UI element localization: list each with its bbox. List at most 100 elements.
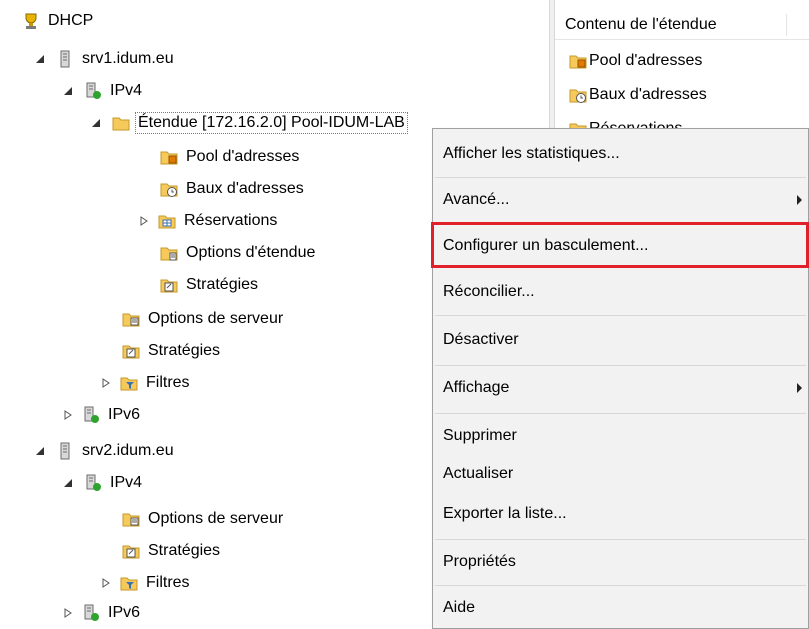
address-leases-icon bbox=[569, 86, 587, 104]
submenu-arrow-icon bbox=[797, 383, 802, 393]
collapsed-arrow-icon[interactable] bbox=[100, 377, 112, 389]
menu-item-delete[interactable]: Supprimer bbox=[433, 419, 808, 453]
menu-item-label: Actualiser bbox=[443, 465, 514, 482]
expanded-arrow-icon[interactable] bbox=[62, 477, 74, 489]
tree-label: Stratégies bbox=[148, 342, 221, 359]
list-item-label: Pool d'adresses bbox=[589, 52, 703, 69]
tree-item-srv2-policies[interactable]: Stratégies bbox=[122, 538, 220, 564]
menu-separator bbox=[435, 177, 806, 178]
tree-item-srv1-ipv6[interactable]: IPv6 bbox=[62, 402, 140, 428]
collapsed-arrow-icon[interactable] bbox=[62, 409, 74, 421]
tree-label: IPv4 bbox=[110, 82, 143, 99]
column-header[interactable]: Contenu de l'étendue bbox=[555, 10, 809, 40]
tree-label: IPv4 bbox=[110, 474, 143, 491]
submenu-arrow-icon bbox=[797, 195, 802, 205]
ipv6-icon bbox=[82, 604, 100, 622]
menu-item-export-list[interactable]: Exporter la liste... bbox=[433, 497, 808, 531]
menu-item-help[interactable]: Aide bbox=[433, 591, 808, 625]
tree-item-srv2-ipv6[interactable]: IPv6 bbox=[62, 600, 140, 626]
server-icon bbox=[56, 442, 74, 460]
menu-separator bbox=[435, 365, 806, 366]
dhcp-console: DHCP srv1.idum.eu IPv4 Étendue [172.16.2… bbox=[0, 0, 809, 629]
tree-item-scope-options[interactable]: Options d'étendue bbox=[160, 240, 315, 266]
filters-icon bbox=[120, 374, 138, 392]
collapsed-arrow-icon[interactable] bbox=[100, 577, 112, 589]
tree-label: IPv6 bbox=[108, 406, 141, 423]
menu-item-label: Réconcilier... bbox=[443, 283, 535, 300]
tree-label: Filtres bbox=[146, 574, 190, 591]
expanded-arrow-icon[interactable] bbox=[34, 53, 46, 65]
menu-separator bbox=[435, 315, 806, 316]
tree-item-scope-policies[interactable]: Stratégies bbox=[160, 272, 258, 298]
tree-item-srv2-server-options[interactable]: Options de serveur bbox=[122, 506, 283, 532]
tree-label: Étendue [172.16.2.0] Pool-IDUM-LAB bbox=[135, 112, 408, 134]
tree-label: Réservations bbox=[184, 212, 278, 229]
tree-label: Baux d'adresses bbox=[186, 180, 304, 197]
tree-item-srv2-filters[interactable]: Filtres bbox=[100, 570, 190, 596]
reservations-icon bbox=[158, 212, 176, 230]
tree-label: Stratégies bbox=[148, 542, 221, 559]
expanded-arrow-icon[interactable] bbox=[62, 85, 74, 97]
ipv6-icon bbox=[82, 406, 100, 424]
menu-separator bbox=[435, 413, 806, 414]
column-header-label: Contenu de l'étendue bbox=[565, 15, 717, 33]
tree-item-dhcp[interactable]: DHCP bbox=[22, 8, 93, 34]
address-pool-icon bbox=[160, 148, 178, 166]
expanded-arrow-icon[interactable] bbox=[34, 445, 46, 457]
menu-item-configure-failover[interactable]: Configurer un basculement... bbox=[433, 229, 808, 263]
address-pool-icon bbox=[569, 52, 587, 70]
menu-item-label: Aide bbox=[443, 599, 476, 616]
tree-item-srv1-policies[interactable]: Stratégies bbox=[122, 338, 220, 364]
tree-label: Options de serveur bbox=[148, 510, 284, 527]
tree-item-srv1-filters[interactable]: Filtres bbox=[100, 370, 190, 396]
menu-item-refresh[interactable]: Actualiser bbox=[433, 457, 808, 491]
tree-label: IPv6 bbox=[108, 604, 141, 621]
menu-item-advanced[interactable]: Avancé... bbox=[433, 183, 808, 217]
menu-item-label: Configurer un basculement... bbox=[443, 237, 649, 254]
list-item-label: Baux d'adresses bbox=[589, 86, 707, 103]
tree-label: Stratégies bbox=[186, 276, 259, 293]
server-options-icon bbox=[122, 310, 140, 328]
menu-item-show-statistics[interactable]: Afficher les statistiques... bbox=[433, 137, 808, 171]
tree-item-srv1[interactable]: srv1.idum.eu bbox=[34, 46, 174, 72]
tree-item-srv1-server-options[interactable]: Options de serveur bbox=[122, 306, 283, 332]
list-item-address-leases[interactable]: Baux d'adresses bbox=[569, 82, 707, 108]
menu-separator bbox=[435, 539, 806, 540]
collapsed-arrow-icon[interactable] bbox=[138, 215, 150, 227]
ipv4-icon bbox=[84, 474, 102, 492]
menu-item-label: Propriétés bbox=[443, 553, 516, 570]
scope-options-icon bbox=[160, 244, 178, 262]
menu-item-label: Exporter la liste... bbox=[443, 505, 567, 522]
collapsed-arrow-icon[interactable] bbox=[62, 607, 74, 619]
tree-label: Options d'étendue bbox=[186, 244, 316, 261]
menu-item-label: Avancé... bbox=[443, 191, 510, 208]
menu-item-label: Affichage bbox=[443, 379, 510, 396]
tree-label: Pool d'adresses bbox=[186, 148, 300, 165]
tree-label: srv2.idum.eu bbox=[82, 442, 174, 459]
menu-item-deactivate[interactable]: Désactiver bbox=[433, 323, 808, 357]
tree-item-srv2[interactable]: srv2.idum.eu bbox=[34, 438, 174, 464]
menu-item-view[interactable]: Affichage bbox=[433, 371, 808, 405]
tree-label: DHCP bbox=[48, 12, 94, 29]
context-menu: Afficher les statistiques... Avancé... C… bbox=[431, 128, 809, 629]
menu-item-label: Afficher les statistiques... bbox=[443, 145, 620, 162]
menu-item-reconcile[interactable]: Réconcilier... bbox=[433, 275, 808, 309]
tree-label: Filtres bbox=[146, 374, 190, 391]
policies-icon bbox=[122, 342, 140, 360]
tree-item-srv1-ipv4[interactable]: IPv4 bbox=[62, 78, 142, 104]
ipv4-icon bbox=[84, 82, 102, 100]
server-icon bbox=[56, 50, 74, 68]
list-item-address-pool[interactable]: Pool d'adresses bbox=[569, 48, 702, 74]
expanded-arrow-icon[interactable] bbox=[90, 117, 102, 129]
menu-item-properties[interactable]: Propriétés bbox=[433, 545, 808, 579]
policies-icon bbox=[160, 276, 178, 294]
menu-item-label: Supprimer bbox=[443, 427, 517, 444]
tree-item-srv2-ipv4[interactable]: IPv4 bbox=[62, 470, 142, 496]
menu-separator bbox=[435, 585, 806, 586]
tree-item-address-pool[interactable]: Pool d'adresses bbox=[160, 144, 299, 170]
policies-icon bbox=[122, 542, 140, 560]
tree-item-address-leases[interactable]: Baux d'adresses bbox=[160, 176, 304, 202]
tree-label: srv1.idum.eu bbox=[82, 50, 174, 67]
tree-item-reservations[interactable]: Réservations bbox=[138, 208, 277, 234]
address-leases-icon bbox=[160, 180, 178, 198]
